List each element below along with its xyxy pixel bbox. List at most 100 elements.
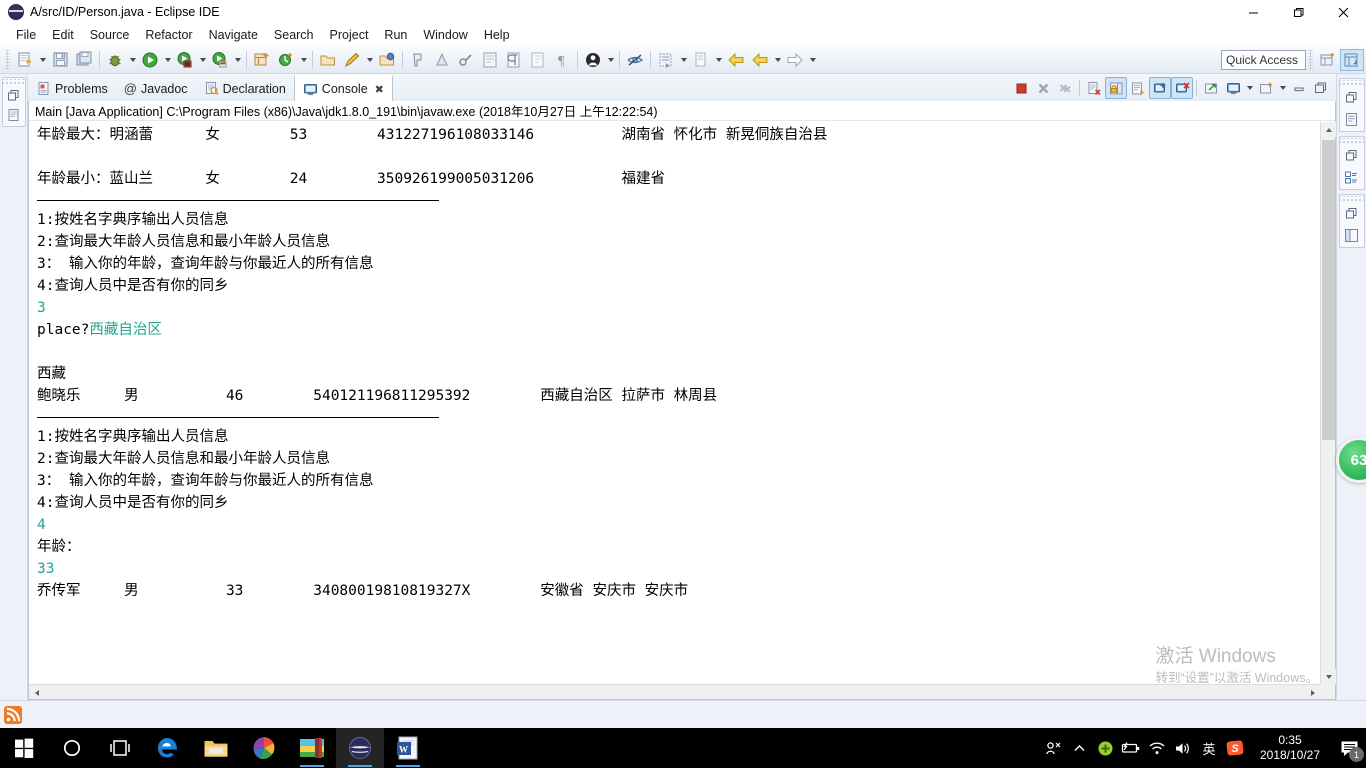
menu-edit[interactable]: Edit (44, 26, 82, 44)
winrar-button[interactable] (288, 728, 336, 768)
forward-dropdown-icon[interactable] (807, 49, 818, 71)
debug-dropdown-icon[interactable] (127, 49, 138, 71)
maximize-view-icon[interactable] (1310, 77, 1332, 99)
open-console-icon[interactable] (1200, 77, 1222, 99)
new-class-icon[interactable] (275, 49, 297, 71)
clear-console-icon[interactable] (1083, 77, 1105, 99)
user-profile-dropdown-icon[interactable] (605, 49, 616, 71)
java-perspective-button[interactable] (1340, 49, 1364, 71)
terminate-icon[interactable] (1010, 77, 1032, 99)
tab-declaration[interactable]: Declaration (196, 76, 294, 101)
pin-console-icon[interactable] (1149, 77, 1171, 99)
scroll-lock-icon[interactable] (1105, 77, 1127, 99)
menu-search[interactable]: Search (266, 26, 322, 44)
save-icon[interactable] (49, 49, 71, 71)
menu-run[interactable]: Run (376, 26, 415, 44)
paragraph-mark-icon[interactable]: ¶ (551, 49, 573, 71)
word-button[interactable]: W (384, 728, 432, 768)
battery-icon[interactable] (1118, 728, 1144, 768)
show-view-icon[interactable] (690, 49, 712, 71)
minimize-button[interactable] (1231, 0, 1276, 24)
console-vertical-scrollbar[interactable] (1320, 122, 1336, 684)
show-hidden-icons-chevron-icon[interactable] (1066, 728, 1092, 768)
new-file-icon[interactable] (14, 49, 36, 71)
people-icon[interactable] (1040, 728, 1066, 768)
menu-window[interactable]: Window (415, 26, 475, 44)
wifi-icon[interactable] (1144, 728, 1170, 768)
close-icon[interactable]: ✖ (375, 83, 384, 96)
clock[interactable]: 0:35 2018/10/27 (1248, 728, 1332, 768)
restore-dropdown-icon[interactable] (678, 49, 689, 71)
hide-annotations-icon[interactable] (624, 49, 646, 71)
perspective-grip[interactable] (1308, 50, 1313, 70)
tab-javadoc[interactable]: @ Javadoc (116, 76, 196, 101)
toggle-mark-occurrences-icon[interactable] (407, 49, 429, 71)
menu-navigate[interactable]: Navigate (201, 26, 266, 44)
coverage-icon[interactable] (209, 49, 231, 71)
console-output[interactable]: 年龄最大：明涵蕾 女 53 431227196108033146 湖南省 怀化市… (29, 122, 1320, 684)
menu-source[interactable]: Source (82, 26, 138, 44)
ime-tray-language-label[interactable]: 英 (1196, 728, 1222, 768)
console-horizontal-scrollbar[interactable] (29, 684, 1320, 699)
new-file-dropdown-icon[interactable] (37, 49, 48, 71)
notification-center-button[interactable]: 1 (1332, 728, 1366, 768)
run-external-tools-icon[interactable] (174, 49, 196, 71)
coverage-dropdown-icon[interactable] (232, 49, 243, 71)
type-hierarchy-icon[interactable] (1340, 224, 1364, 246)
minimize-view-icon[interactable] (1288, 77, 1310, 99)
restore-icon[interactable] (1340, 86, 1364, 108)
user-profile-icon[interactable] (582, 49, 604, 71)
back-dropdown-icon[interactable] (772, 49, 783, 71)
rss-feed-icon[interactable] (4, 706, 22, 724)
save-all-icon[interactable] (73, 49, 95, 71)
debug-icon[interactable] (104, 49, 126, 71)
scroll-down-icon[interactable] (1321, 669, 1336, 684)
open-perspective-button[interactable] (1316, 49, 1340, 71)
restore-perspective-icon[interactable] (655, 49, 677, 71)
package-explorer-icon[interactable] (3, 105, 25, 125)
menu-help[interactable]: Help (476, 26, 518, 44)
run-dropdown-icon[interactable] (162, 49, 173, 71)
restore-icon[interactable] (3, 85, 25, 105)
outline-view-icon[interactable] (1340, 166, 1364, 188)
remove-all-launches-icon[interactable] (1054, 77, 1076, 99)
start-button[interactable] (0, 728, 48, 768)
run-icon[interactable] (139, 49, 161, 71)
restore-icon[interactable] (1340, 144, 1364, 166)
scroll-left-icon[interactable] (29, 685, 44, 700)
remove-launch-icon[interactable] (1032, 77, 1054, 99)
right-minimized-stack-2[interactable] (1338, 136, 1365, 190)
task-list-icon[interactable] (1340, 108, 1364, 130)
new-java-project-icon[interactable] (251, 49, 273, 71)
scroll-up-icon[interactable] (1321, 122, 1336, 137)
next-annotation-icon[interactable] (503, 49, 525, 71)
previous-annotation-icon[interactable] (527, 49, 549, 71)
menu-file[interactable]: File (8, 26, 44, 44)
tab-problems[interactable]: Problems (28, 76, 116, 101)
photos-button[interactable] (240, 728, 288, 768)
display-console-dropdown-icon[interactable] (1244, 77, 1255, 99)
maximize-button[interactable] (1276, 0, 1321, 24)
toolbar-grip[interactable] (5, 49, 10, 70)
tab-console[interactable]: Console ✖ (293, 75, 393, 101)
cortana-button[interactable] (48, 728, 96, 768)
new-class-dropdown-icon[interactable] (298, 49, 309, 71)
volume-icon[interactable] (1170, 728, 1196, 768)
scroll-right-icon[interactable] (1305, 685, 1320, 700)
document-outline-icon[interactable] (479, 49, 501, 71)
menu-refactor[interactable]: Refactor (137, 26, 200, 44)
eclipse-button[interactable] (336, 728, 384, 768)
sogou-tray-icon[interactable]: S (1222, 728, 1248, 768)
forward-back-arrow-icon[interactable] (749, 49, 771, 71)
edge-button[interactable] (144, 728, 192, 768)
security-shield-icon[interactable] (1092, 728, 1118, 768)
menu-project[interactable]: Project (322, 26, 377, 44)
show-console-on-output-icon[interactable] (1127, 77, 1149, 99)
task-view-button[interactable] (96, 728, 144, 768)
search-dropdown-icon[interactable] (364, 49, 375, 71)
left-minimized-stack[interactable] (1, 77, 26, 127)
forward-arrow-icon[interactable] (784, 49, 806, 71)
quick-access-input[interactable]: Quick Access (1221, 50, 1306, 70)
open-type-icon[interactable] (317, 49, 339, 71)
search-pencil-icon[interactable] (341, 49, 363, 71)
